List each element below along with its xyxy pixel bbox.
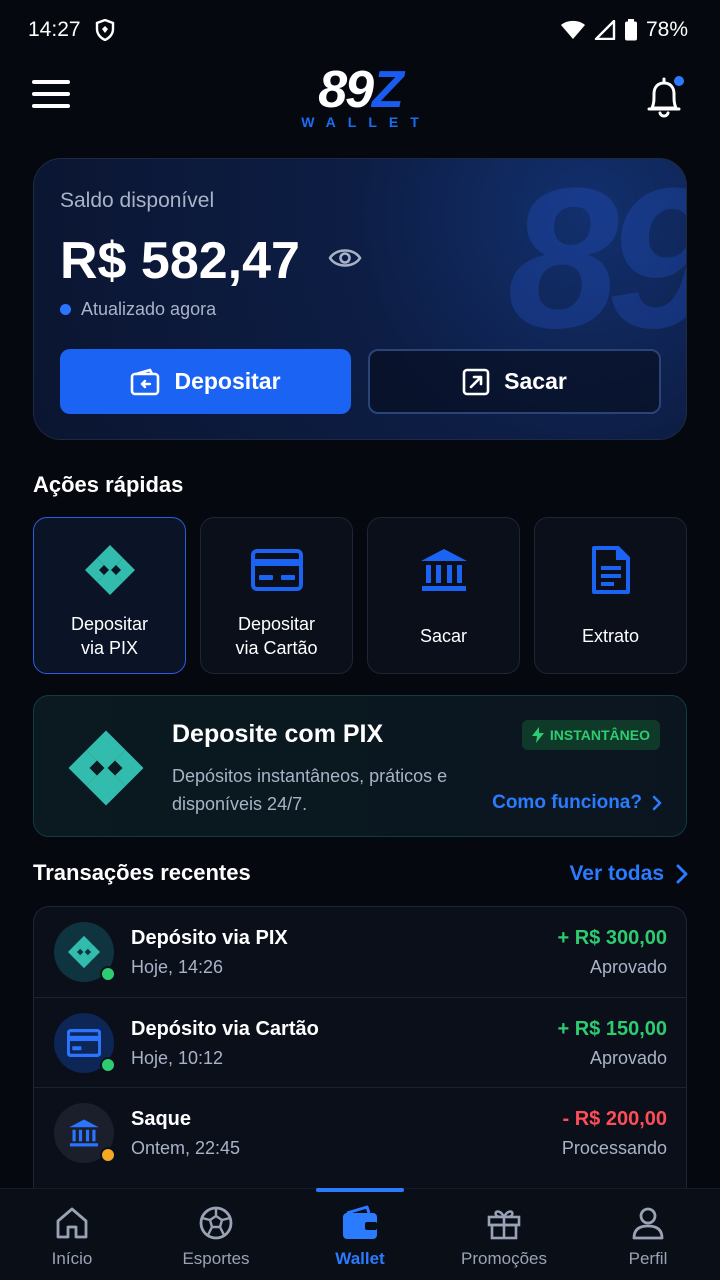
transaction-date: Hoje, 14:26 <box>131 957 224 977</box>
transaction-title: Depósito via Cartão <box>131 1018 319 1040</box>
external-arrow-icon <box>462 368 490 395</box>
chevron-right-icon <box>676 864 688 884</box>
credit-card-icon <box>249 544 305 596</box>
pix-banner-description: Depósitos instantâneos, práticos e dispo… <box>172 766 448 814</box>
quick-action-label: Depositar via PIX <box>70 614 149 658</box>
transaction-date: Hoje, 10:12 <box>131 1048 224 1068</box>
quick-actions-title: Ações rápidas <box>33 472 184 497</box>
status-time: 14:27 <box>28 18 81 41</box>
transaction-amount: - R$ 200,00 <box>562 1108 667 1130</box>
wallet-deposit-icon <box>131 368 160 395</box>
shield-icon <box>95 19 114 41</box>
document-icon <box>583 544 639 596</box>
transaction-avatar <box>54 1103 116 1163</box>
status-dot <box>100 1147 116 1163</box>
transaction-avatar <box>54 1013 116 1073</box>
withdraw-button[interactable]: Sacar <box>368 349 661 414</box>
transaction-row[interactable]: Saque Ontem, 22:45 - R$ 200,00 Processan… <box>34 1087 686 1177</box>
nav-profile[interactable]: Perfil <box>576 1189 720 1280</box>
app-header: 89Z WALLET <box>0 62 720 134</box>
eye-icon[interactable] <box>328 245 362 271</box>
status-dot <box>100 1057 116 1073</box>
nav-promotions[interactable]: Promoções <box>432 1189 576 1280</box>
bottom-navigation: Início Esportes Wallet Promoções Perfil <box>0 1188 720 1280</box>
nav-sports[interactable]: Esportes <box>144 1189 288 1280</box>
notification-dot <box>674 76 684 86</box>
balance-value: R$ 582,47 <box>60 232 300 290</box>
logo-watermark: 89 <box>507 158 687 370</box>
balance-label: Saldo disponível <box>60 189 215 212</box>
pix-banner-title: Deposite com PIX <box>172 720 384 748</box>
live-dot <box>60 304 71 315</box>
quick-action-card-deposit[interactable]: Depositar via Cartão <box>200 517 353 674</box>
transactions-list: Depósito via PIX Hoje, 14:26 + R$ 300,00… <box>33 906 687 1206</box>
pix-promo-banner[interactable]: Deposite com PIX Depósitos instantâneos,… <box>33 695 687 837</box>
transaction-amount: + R$ 300,00 <box>557 927 667 949</box>
wifi-icon <box>560 20 585 39</box>
quick-action-label: Extrato <box>581 626 640 646</box>
quick-action-label: Depositar via Cartão <box>235 614 318 658</box>
how-it-works-link[interactable]: Como funciona? <box>492 792 662 814</box>
lightning-icon <box>531 727 544 743</box>
pix-icon <box>67 935 101 969</box>
pix-icon <box>82 544 138 596</box>
transaction-title: Depósito via PIX <box>131 927 288 949</box>
see-all-link[interactable]: Ver todas <box>569 862 688 886</box>
transaction-date: Ontem, 22:45 <box>131 1138 241 1158</box>
transaction-row[interactable]: Depósito via Cartão Hoje, 10:12 + R$ 150… <box>34 997 686 1087</box>
instant-badge: INSTANTÂNEO <box>521 720 660 750</box>
user-icon <box>628 1203 668 1243</box>
transaction-title: Saque <box>131 1108 192 1130</box>
pix-icon <box>68 730 144 806</box>
battery-icon <box>624 19 637 41</box>
logo-subtitle: WALLET <box>301 114 431 130</box>
home-icon <box>52 1203 92 1243</box>
chevron-right-icon <box>652 795 662 811</box>
nav-wallet[interactable]: Wallet <box>288 1188 432 1280</box>
notification-bell-icon[interactable] <box>644 76 684 120</box>
transaction-row[interactable]: Depósito via PIX Hoje, 14:26 + R$ 300,00… <box>34 907 686 997</box>
credit-card-icon <box>67 1029 101 1057</box>
quick-action-statement[interactable]: Extrato <box>534 517 687 674</box>
deposit-button[interactable]: Depositar <box>60 349 351 414</box>
transaction-avatar <box>54 922 116 982</box>
soccer-ball-icon <box>196 1203 236 1243</box>
gift-icon <box>484 1203 524 1243</box>
logo: 89Z WALLET <box>301 61 431 130</box>
transaction-amount: + R$ 150,00 <box>557 1018 667 1040</box>
quick-action-pix-deposit[interactable]: Depositar via PIX <box>33 517 186 674</box>
status-dot <box>100 966 116 982</box>
transactions-title: Transações recentes <box>33 860 251 885</box>
bank-icon <box>416 544 472 596</box>
status-bar: 14:27 78% <box>0 0 720 60</box>
nav-home[interactable]: Início <box>0 1189 144 1280</box>
wallet-icon <box>340 1203 380 1243</box>
balance-card: 89 Saldo disponível R$ 582,47 Atualizado… <box>33 158 687 440</box>
signal-icon <box>594 20 616 40</box>
transaction-status: Processando <box>561 1138 667 1158</box>
bank-icon <box>69 1119 99 1147</box>
balance-updated: Atualizado agora <box>60 299 216 320</box>
quick-action-withdraw[interactable]: Sacar <box>367 517 520 674</box>
battery-percent: 78% <box>645 18 688 41</box>
transaction-status: Aprovado <box>589 1048 667 1068</box>
quick-action-label: Sacar <box>419 626 468 646</box>
transaction-status: Aprovado <box>589 957 667 977</box>
menu-icon[interactable] <box>32 80 70 116</box>
